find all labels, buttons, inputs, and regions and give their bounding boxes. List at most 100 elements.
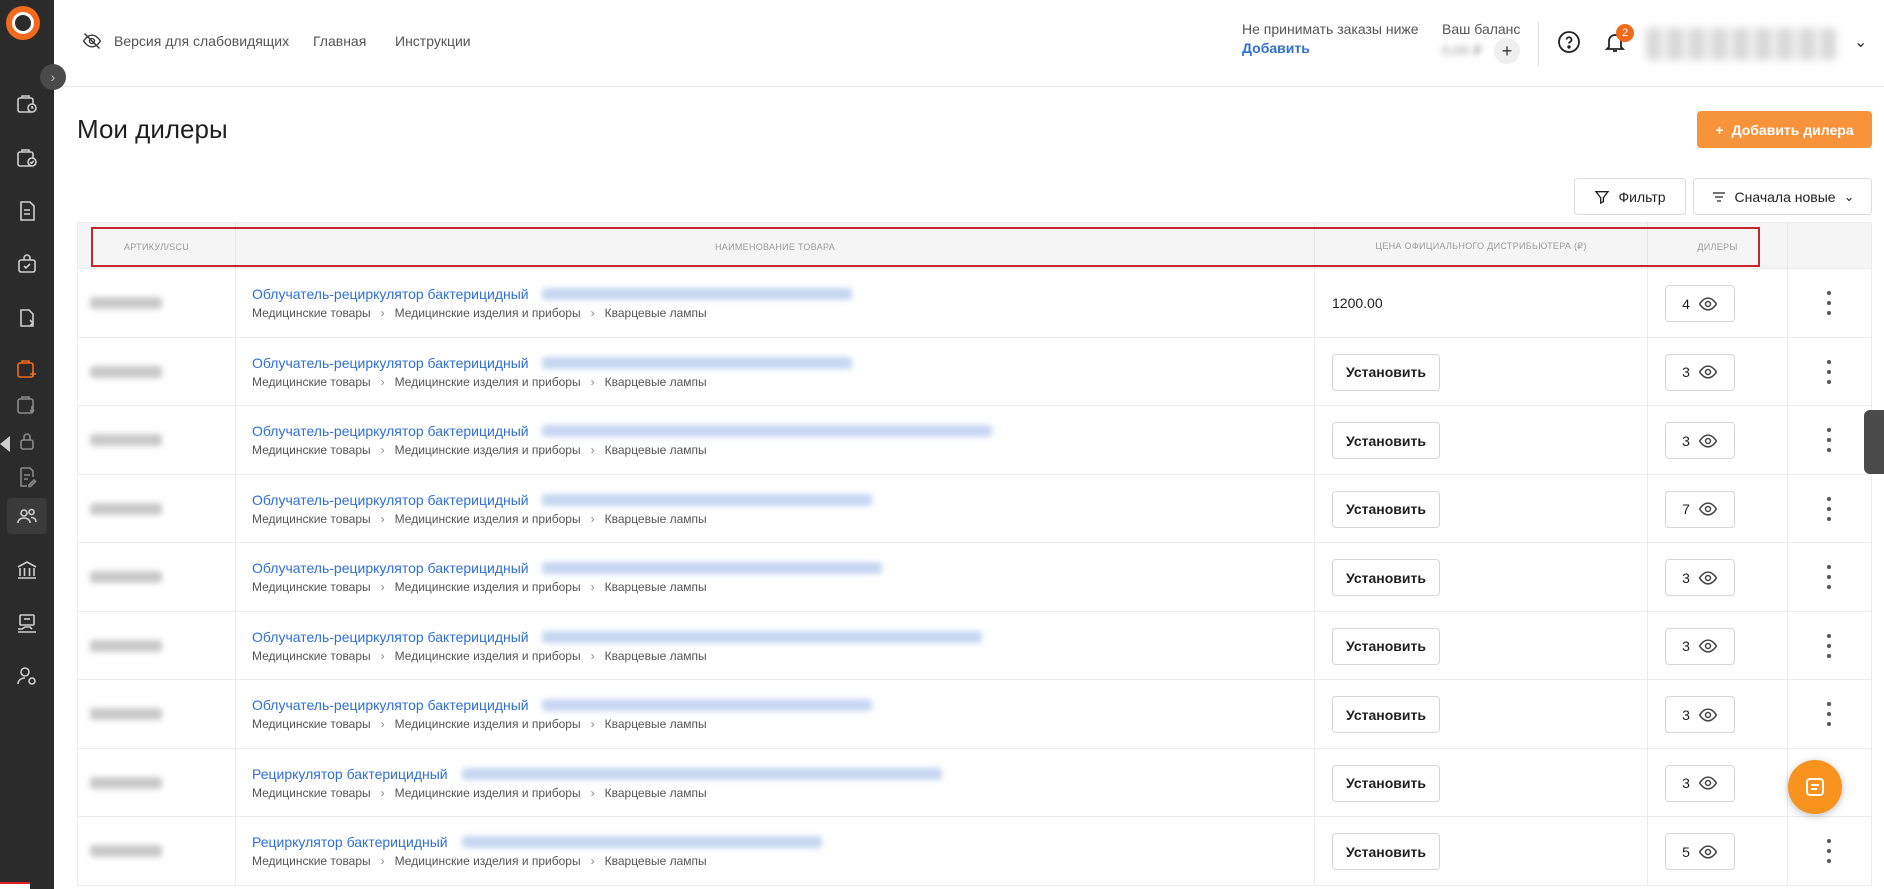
more-actions-icon[interactable]: [1824, 359, 1834, 384]
breadcrumb-item[interactable]: Медицинские изделия и приборы: [395, 580, 581, 594]
header-dealers[interactable]: ДИЛЕРЫ: [1648, 223, 1788, 270]
breadcrumb-item[interactable]: Медицинские изделия и приборы: [395, 786, 581, 800]
view-dealers-button[interactable]: 5: [1665, 833, 1735, 870]
add-dealer-button[interactable]: + Добавить дилера: [1697, 111, 1872, 148]
breadcrumb-item[interactable]: Медицинские товары: [252, 580, 371, 594]
install-price-button[interactable]: Установить: [1332, 559, 1440, 596]
help-icon[interactable]: [1557, 30, 1581, 54]
more-actions-icon[interactable]: [1824, 291, 1834, 315]
header-sku[interactable]: АРТИКУЛ/SCU: [78, 223, 236, 270]
breadcrumb-item[interactable]: Кварцевые лампы: [605, 717, 707, 731]
product-title-link[interactable]: Облучатель-рециркулятор бактерицидный: [252, 355, 529, 371]
product-title-link[interactable]: Облучатель-рециркулятор бактерицидный: [252, 697, 529, 713]
logo-icon[interactable]: [6, 6, 40, 40]
product-title-link[interactable]: Облучатель-рециркулятор бактерицидный: [252, 423, 529, 439]
install-price-button[interactable]: Установить: [1332, 696, 1440, 733]
install-price-button[interactable]: Установить: [1332, 422, 1440, 459]
breadcrumb-item[interactable]: Медицинские изделия и приборы: [395, 375, 581, 389]
breadcrumb-item[interactable]: Кварцевые лампы: [605, 649, 707, 663]
install-price-button[interactable]: Установить: [1332, 353, 1440, 391]
price-cell: Установить: [1315, 611, 1648, 679]
breadcrumb-item[interactable]: Медицинские изделия и приборы: [395, 306, 581, 320]
dealers-icon[interactable]: [7, 498, 47, 534]
product-title-link[interactable]: Облучатель-рециркулятор бактерицидный: [252, 560, 529, 576]
breadcrumb-item[interactable]: Кварцевые лампы: [605, 306, 707, 320]
header-name[interactable]: НАИМЕНОВАНИЕ ТОВАРА: [236, 223, 1315, 270]
view-dealers-button[interactable]: 3: [1665, 764, 1735, 802]
user-menu[interactable]: [1646, 28, 1836, 60]
orders-icon[interactable]: [7, 86, 47, 122]
view-dealers-button[interactable]: 4: [1665, 285, 1735, 322]
breadcrumb-item[interactable]: Кварцевые лампы: [605, 786, 707, 800]
breadcrumb-item[interactable]: Кварцевые лампы: [605, 375, 707, 389]
edit-document-icon[interactable]: [7, 459, 47, 495]
nav-instructions[interactable]: Инструкции: [395, 33, 471, 49]
accessibility-link[interactable]: Версия для слабовидящих: [114, 33, 289, 49]
view-dealers-button[interactable]: 3: [1665, 627, 1735, 665]
breadcrumb-item[interactable]: Медицинские изделия и приборы: [395, 717, 581, 731]
product-title-link[interactable]: Облучатель-рециркулятор бактерицидный: [252, 286, 529, 302]
chevron-down-icon[interactable]: ⌄: [1854, 32, 1867, 52]
breadcrumb-item[interactable]: Кварцевые лампы: [605, 512, 707, 526]
product-title-link[interactable]: Рециркулятор бактерицидный: [252, 834, 448, 850]
header-price[interactable]: ЦЕНА ОФИЦИАЛЬНОГО ДИСТРИБЬЮТЕРА (₽): [1315, 223, 1648, 270]
install-price-button[interactable]: Установить: [1332, 490, 1440, 528]
breadcrumb-item[interactable]: Медицинские товары: [252, 443, 371, 457]
install-price-button[interactable]: Установить: [1332, 833, 1440, 870]
breadcrumb-item[interactable]: Кварцевые лампы: [605, 854, 707, 868]
more-actions-icon[interactable]: [1824, 839, 1834, 863]
profile-settings-icon[interactable]: [7, 658, 47, 694]
lock-icon[interactable]: [7, 423, 47, 459]
breadcrumb-item[interactable]: Кварцевые лампы: [605, 580, 707, 594]
install-price-button[interactable]: Установить: [1332, 627, 1440, 665]
install-price-button[interactable]: Установить: [1332, 764, 1440, 802]
sku-cell: [78, 748, 236, 816]
breadcrumb-item[interactable]: Медицинские товары: [252, 512, 371, 526]
more-actions-icon[interactable]: [1824, 702, 1834, 726]
shopping-bag-icon[interactable]: [7, 246, 47, 282]
breadcrumb-item[interactable]: Медицинские товары: [252, 649, 371, 663]
more-actions-icon[interactable]: [1824, 565, 1834, 589]
product-title-link[interactable]: Рециркулятор бактерицидный: [252, 766, 448, 782]
top-up-balance-button[interactable]: +: [1494, 38, 1520, 64]
breadcrumb-item[interactable]: Медицинские изделия и приборы: [395, 854, 581, 868]
breadcrumb-item[interactable]: Медицинские товары: [252, 854, 371, 868]
document-icon[interactable]: [7, 193, 47, 229]
eye-off-icon[interactable]: [82, 31, 102, 51]
side-panel-handle[interactable]: [1864, 410, 1884, 474]
more-actions-icon[interactable]: [1824, 633, 1834, 658]
chevron-right-icon: ›: [380, 443, 385, 457]
breadcrumb-item[interactable]: Кварцевые лампы: [605, 443, 707, 457]
add-product-icon[interactable]: [7, 351, 47, 387]
bank-icon[interactable]: [7, 552, 47, 588]
sort-dropdown[interactable]: Сначала новые ⌄: [1693, 178, 1872, 215]
view-dealers-button[interactable]: 3: [1665, 696, 1735, 733]
breadcrumb-item[interactable]: Медицинские изделия и приборы: [395, 512, 581, 526]
filter-button[interactable]: Фильтр: [1574, 178, 1686, 215]
product-title-link[interactable]: Облучатель-рециркулятор бактерицидный: [252, 492, 529, 508]
sku-value: [90, 845, 162, 857]
more-actions-icon[interactable]: [1824, 496, 1834, 521]
chat-button[interactable]: [1788, 760, 1842, 814]
breadcrumb-item[interactable]: Медицинские изделия и приборы: [395, 443, 581, 457]
product-title-link[interactable]: Облучатель-рециркулятор бактерицидный: [252, 629, 529, 645]
min-order-add-link[interactable]: Добавить: [1242, 40, 1310, 56]
view-dealers-button[interactable]: 3: [1665, 559, 1735, 596]
eye-icon: [1698, 776, 1718, 790]
more-actions-icon[interactable]: [1824, 428, 1834, 452]
breadcrumb-item[interactable]: Медицинские товары: [252, 306, 371, 320]
breadcrumb-item[interactable]: Медицинские товары: [252, 717, 371, 731]
breadcrumb-item[interactable]: Медицинские товары: [252, 375, 371, 389]
view-dealers-button[interactable]: 3: [1665, 353, 1735, 391]
sidebar-expand-button[interactable]: ›: [40, 64, 66, 90]
breadcrumb-item[interactable]: Медицинские изделия и приборы: [395, 649, 581, 663]
view-dealers-button[interactable]: 7: [1665, 490, 1735, 528]
delivery-icon[interactable]: [7, 605, 47, 641]
import-icon[interactable]: [7, 387, 47, 423]
completed-orders-icon[interactable]: [7, 140, 47, 176]
returns-icon[interactable]: [7, 300, 47, 336]
view-dealers-button[interactable]: 3: [1665, 422, 1735, 459]
price-value[interactable]: 1200.00: [1332, 295, 1383, 311]
breadcrumb-item[interactable]: Медицинские товары: [252, 786, 371, 800]
nav-home[interactable]: Главная: [313, 33, 366, 49]
